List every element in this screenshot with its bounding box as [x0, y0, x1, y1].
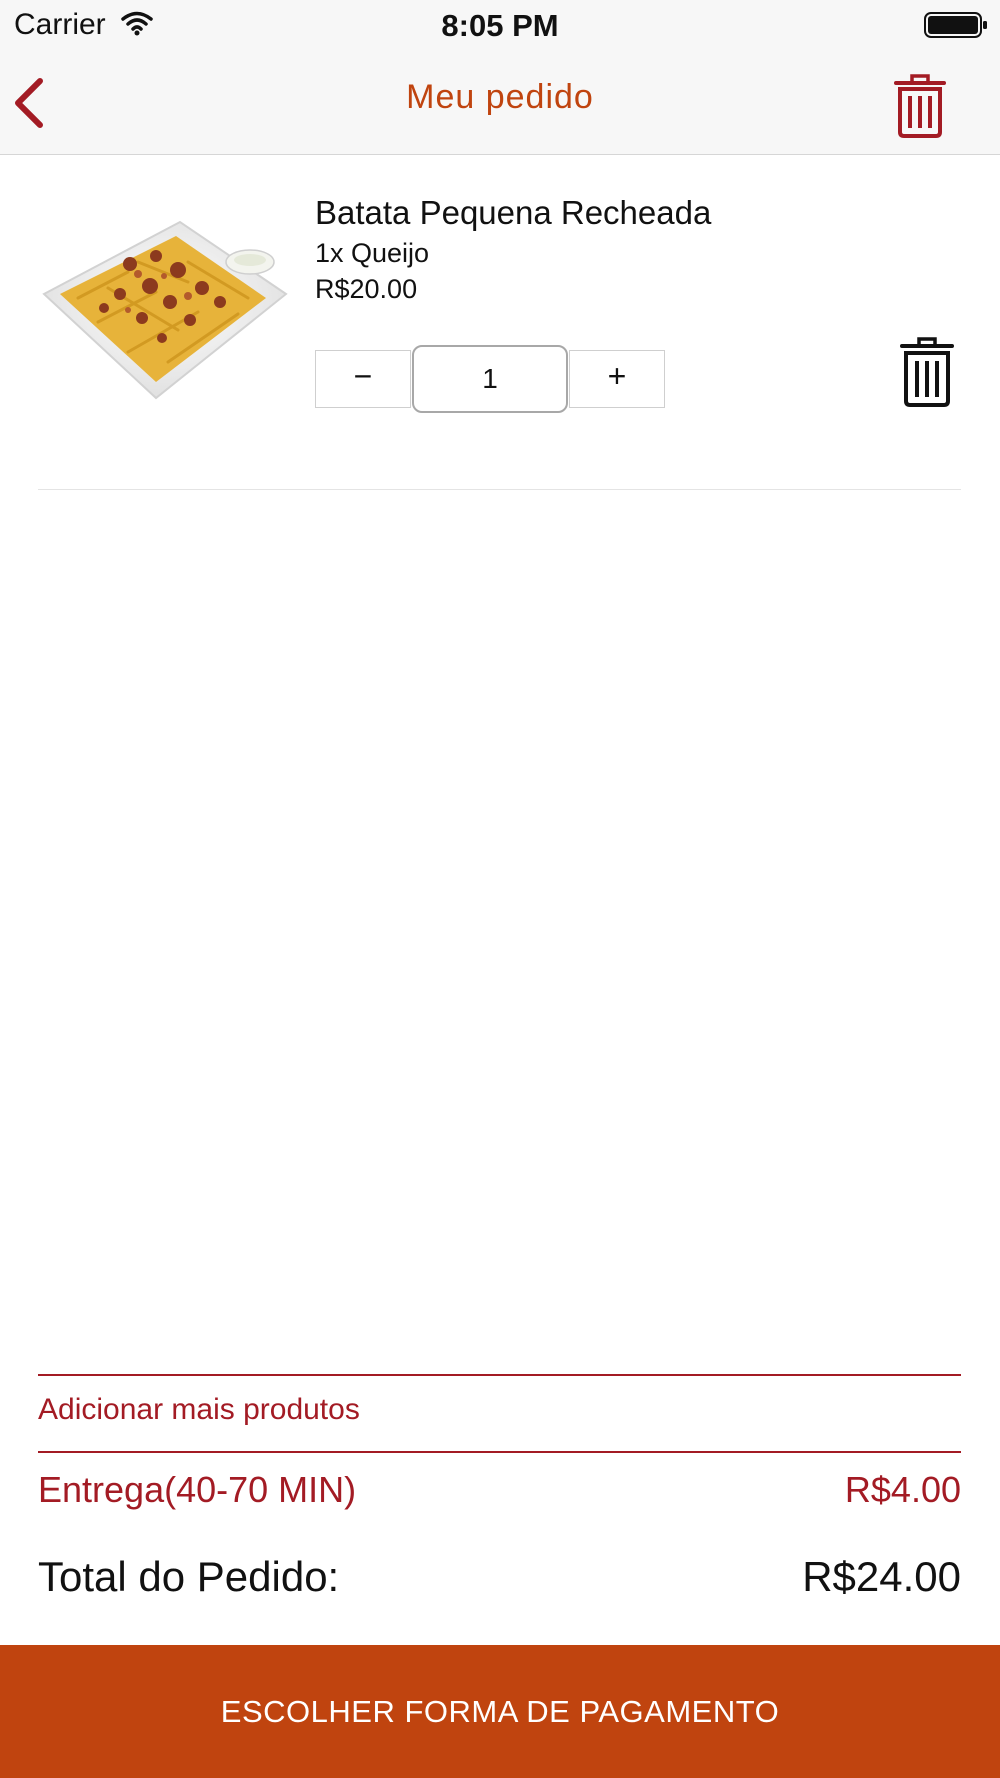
battery-icon: [924, 11, 988, 44]
add-more-products-link[interactable]: Adicionar mais produtos: [38, 1393, 360, 1427]
product-option: 1x Queijo: [315, 238, 430, 268]
delivery-label: Entrega(40-70 MIN): [38, 1469, 357, 1510]
choose-payment-button[interactable]: ESCOLHER FORMA DE PAGAMENTO: [0, 1645, 1000, 1778]
decrement-button[interactable]: −: [315, 350, 411, 408]
product-image: [38, 202, 290, 402]
delivery-value: R$4.00: [844, 1469, 961, 1510]
trash-icon[interactable]: [893, 74, 947, 138]
status-bar: Carrier 8:05 PM: [0, 0, 1000, 50]
page-title: Meu pedido: [406, 78, 594, 116]
divider-bottom: [38, 1451, 961, 1453]
product-name: Batata Pequena Recheada: [315, 194, 712, 231]
cart-item: Batata Pequena Recheada 1x Queijo R$20.0…: [0, 154, 1000, 491]
navigation-bar: Meu pedido: [0, 50, 1000, 155]
trash-icon[interactable]: [898, 336, 956, 408]
total-value: R$24.00: [802, 1553, 961, 1600]
total-label: Total do Pedido:: [38, 1553, 340, 1600]
increment-button[interactable]: +: [569, 350, 665, 408]
clock: 8:05 PM: [441, 8, 559, 43]
quantity-field[interactable]: [412, 345, 568, 413]
item-divider: [38, 489, 961, 490]
divider-top: [38, 1374, 961, 1376]
product-price: R$20.00: [315, 274, 418, 304]
